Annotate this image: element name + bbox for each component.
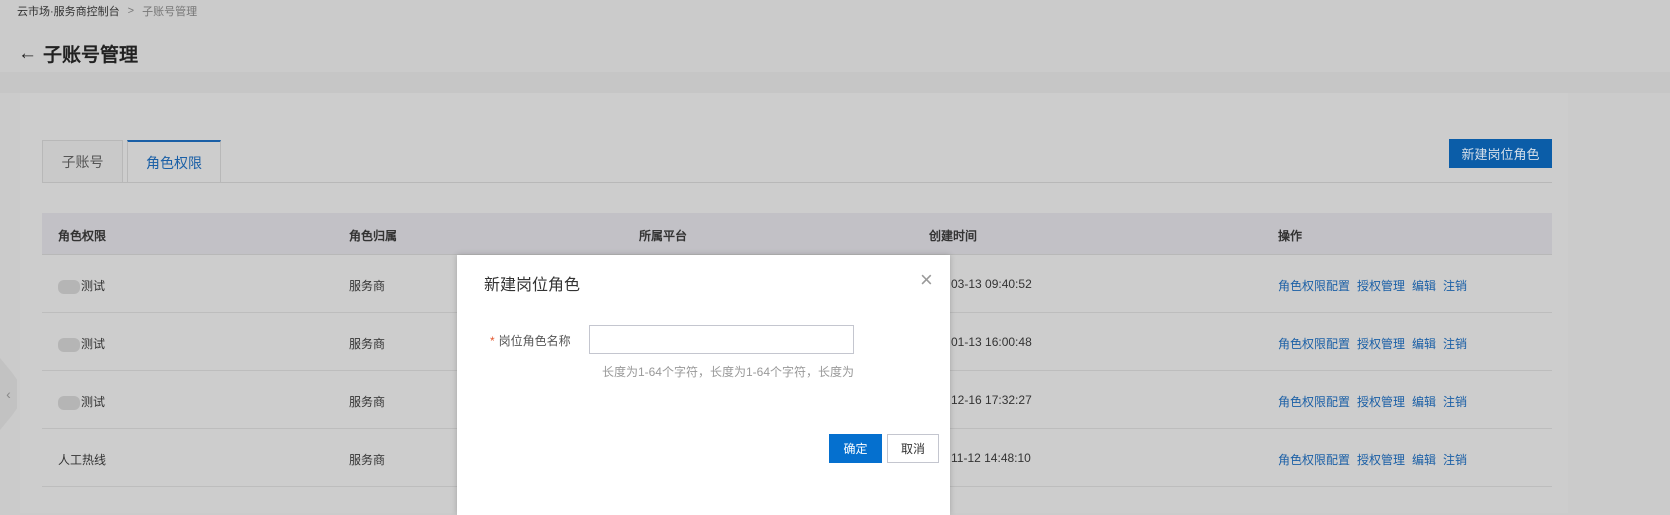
role-owner: 服务商: [349, 453, 386, 467]
role-name: 测试: [81, 395, 106, 409]
breadcrumb-current: 子账号管理: [142, 6, 198, 18]
role-name-cell: 测试: [58, 393, 105, 410]
role-name-cell: 测试: [58, 277, 105, 294]
chevron-left-icon: ‹: [6, 386, 11, 402]
tab-sub-accounts[interactable]: 子账号: [42, 140, 123, 183]
role-name-hint: 长度为1-64个字符，长度为1-64个字符，长度为: [601, 365, 854, 379]
action-deregister-link[interactable]: 注销: [1443, 335, 1467, 352]
role-name: 测试: [81, 337, 106, 351]
new-role-dialog: 新建岗位角色 × * 岗位角色名称 长度为1-64个字符，长度为1-64个字符，长…: [457, 255, 950, 515]
role-name-label-text: 岗位角色名称: [498, 334, 571, 348]
confirm-button[interactable]: 确定: [829, 434, 882, 463]
row-actions: 角色权限配置 授权管理 编辑 注销: [1278, 335, 1467, 352]
row-actions: 角色权限配置 授权管理 编辑 注销: [1278, 393, 1467, 410]
role-name: 人工热线: [58, 453, 107, 467]
column-header-actions: 操作: [1278, 229, 1303, 243]
action-config-link[interactable]: 角色权限配置: [1278, 335, 1350, 352]
column-header-role: 角色权限: [58, 229, 107, 243]
action-config-link[interactable]: 角色权限配置: [1278, 277, 1350, 294]
role-owner: 服务商: [349, 279, 386, 293]
action-edit-link[interactable]: 编辑: [1412, 393, 1436, 410]
role-name-cell: 人工热线: [58, 451, 106, 468]
role-owner: 服务商: [349, 395, 386, 409]
back-arrow-icon[interactable]: ←: [18, 43, 37, 65]
page-title-text: 子账号管理: [43, 45, 139, 66]
action-config-link[interactable]: 角色权限配置: [1278, 393, 1350, 410]
redacted-blob: [58, 279, 80, 294]
new-role-button[interactable]: 新建岗位角色: [1449, 139, 1552, 168]
dialog-title: 新建岗位角色: [484, 277, 581, 294]
action-deregister-link[interactable]: 注销: [1443, 393, 1467, 410]
tab-divider: [42, 182, 1552, 183]
tab-role-permissions[interactable]: 角色权限: [127, 140, 221, 183]
row-actions: 角色权限配置 授权管理 编辑 注销: [1278, 277, 1467, 294]
column-header-created: 创建时间: [929, 229, 978, 243]
role-name-input[interactable]: [589, 325, 854, 354]
column-header-owner: 角色归属: [349, 229, 398, 243]
row-actions: 角色权限配置 授权管理 编辑 注销: [1278, 451, 1467, 468]
action-edit-link[interactable]: 编辑: [1412, 451, 1436, 468]
table-header: [42, 213, 1552, 255]
created-time: 03-13 09:40:52: [951, 277, 1032, 291]
action-authorize-link[interactable]: 授权管理: [1357, 393, 1405, 410]
column-header-platform: 所属平台: [639, 229, 688, 243]
redacted-blob: [58, 395, 80, 410]
action-authorize-link[interactable]: 授权管理: [1357, 451, 1405, 468]
header-divider: [0, 72, 1670, 93]
action-edit-link[interactable]: 编辑: [1412, 277, 1436, 294]
action-deregister-link[interactable]: 注销: [1443, 451, 1467, 468]
redacted-blob: [58, 337, 80, 352]
created-time: 01-13 16:00:48: [951, 335, 1032, 349]
action-authorize-link[interactable]: 授权管理: [1357, 335, 1405, 352]
cancel-button[interactable]: 取消: [887, 434, 939, 463]
created-time: 11-12 14:48:10: [951, 451, 1031, 465]
required-mark: *: [490, 334, 495, 348]
created-time: 12-16 17:32:27: [951, 393, 1032, 407]
action-authorize-link[interactable]: 授权管理: [1357, 277, 1405, 294]
breadcrumb-root[interactable]: 云市场·服务商控制台: [17, 3, 120, 19]
action-deregister-link[interactable]: 注销: [1443, 277, 1467, 294]
role-name-cell: 测试: [58, 335, 105, 352]
page-title: ← 子账号管理: [18, 40, 138, 67]
action-edit-link[interactable]: 编辑: [1412, 335, 1436, 352]
role-name: 测试: [81, 279, 106, 293]
action-config-link[interactable]: 角色权限配置: [1278, 451, 1350, 468]
sidebar-collapse-handle[interactable]: ‹: [0, 358, 17, 430]
close-icon[interactable]: ×: [920, 269, 933, 291]
breadcrumb-separator: >: [127, 5, 135, 17]
role-owner: 服务商: [349, 337, 386, 351]
role-name-label: * 岗位角色名称: [490, 332, 571, 349]
breadcrumb: 云市场·服务商控制台 > 子账号管理: [17, 3, 197, 19]
